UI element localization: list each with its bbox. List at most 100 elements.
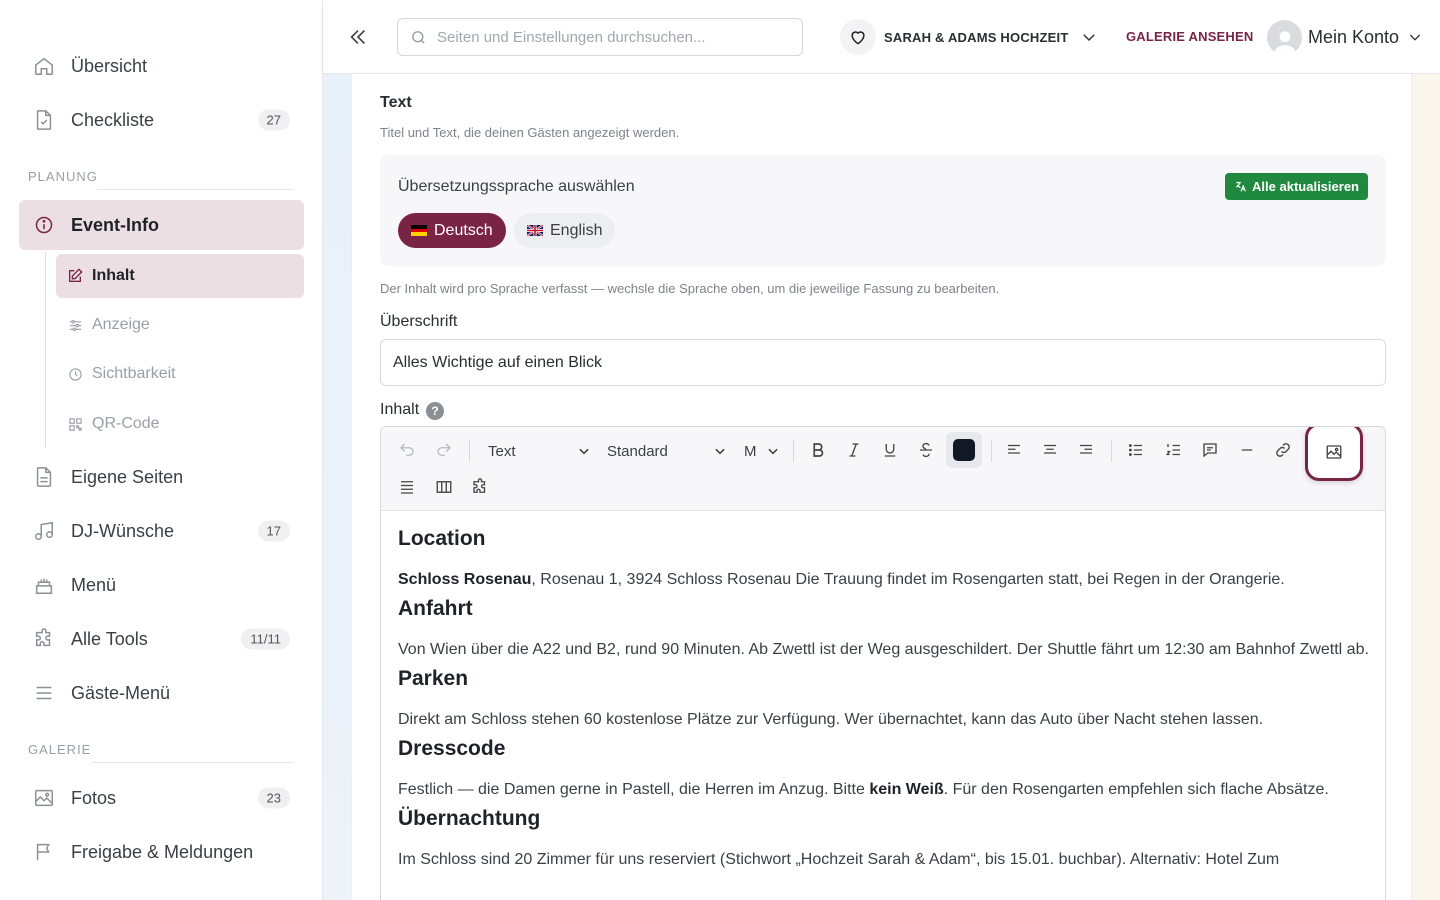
sidebar-item-menu[interactable]: Menü xyxy=(19,560,304,610)
update-all-button[interactable]: Alle aktualisieren xyxy=(1225,173,1368,200)
sidebar-item-all-tools[interactable]: Alle Tools 11/11 xyxy=(19,614,304,664)
comment-button[interactable] xyxy=(1196,436,1224,464)
music-icon xyxy=(33,520,55,542)
language-panel: Übersetzungssprache auswählen Alle aktua… xyxy=(380,155,1386,266)
font-size-value: M xyxy=(744,442,757,460)
columns-button[interactable] xyxy=(430,473,458,501)
link-button[interactable] xyxy=(1269,436,1297,464)
view-gallery-link[interactable]: GALERIE ANSEHEN xyxy=(1126,29,1253,44)
content-heading: Anfahrt xyxy=(398,597,473,620)
content-heading: Übernachtung xyxy=(398,807,541,830)
sidebar-item-label: Event-Info xyxy=(71,214,159,235)
avatar xyxy=(1267,19,1302,55)
sidebar-item-checklist[interactable]: Checkliste 27 xyxy=(19,95,304,145)
content-heading: Dresscode xyxy=(398,737,506,760)
strikethrough-button[interactable] xyxy=(912,436,940,464)
paragraph-spacing-icon xyxy=(401,481,413,494)
align-left-button[interactable] xyxy=(1000,436,1028,464)
sidebar-subitem-display[interactable]: Anzeige xyxy=(56,303,304,347)
text-color-button[interactable] xyxy=(946,432,982,468)
content-paragraph: Schloss Rosenau, Rosenau 1, 3924 Schloss… xyxy=(398,571,1285,588)
background-panel-left xyxy=(323,74,351,900)
editor-content[interactable]: Location Schloss Rosenau, Rosenau 1, 3924… xyxy=(398,524,1373,874)
content-paragraph: Von Wien über die A22 und B2, rund 90 Mi… xyxy=(398,641,1369,658)
font-family-select[interactable]: Standard xyxy=(607,437,727,465)
section-divider xyxy=(92,762,294,763)
toolbar-divider xyxy=(1111,440,1112,462)
sidebar-subitem-qr-code[interactable]: QR-Code xyxy=(56,402,304,446)
image-icon xyxy=(33,787,55,809)
sidebar-subitem-label: Inhalt xyxy=(92,267,135,284)
puzzle-icon xyxy=(473,478,486,493)
align-center-button[interactable] xyxy=(1036,436,1064,464)
horizontal-rule-button[interactable] xyxy=(1233,436,1261,464)
user-icon xyxy=(1273,30,1296,55)
underline-button[interactable] xyxy=(876,436,904,464)
sidebar-item-label: Übersicht xyxy=(71,55,148,76)
event-name: SARAH & ADAMS HOCHZEIT xyxy=(884,29,1069,45)
cake-icon xyxy=(33,574,55,596)
sidebar-item-overview[interactable]: Übersicht xyxy=(19,41,304,91)
italic-icon xyxy=(849,443,859,457)
numbered-list-icon xyxy=(1165,444,1180,456)
editor-toolbar: Text Standard M xyxy=(381,427,1385,511)
search-box[interactable] xyxy=(397,18,803,56)
chevron-down-icon xyxy=(1407,29,1423,45)
align-right-button[interactable] xyxy=(1072,436,1100,464)
event-selector[interactable]: SARAH & ADAMS HOCHZEIT xyxy=(840,18,1098,56)
help-icon[interactable]: ? xyxy=(426,402,444,420)
headline-label: Überschrift xyxy=(380,313,458,330)
background-panel-right xyxy=(1412,74,1440,900)
topbar: SARAH & ADAMS HOCHZEIT GALERIE ANSEHEN M… xyxy=(323,0,1440,74)
sidebar-subitem-content[interactable]: Inhalt xyxy=(56,254,304,298)
sidebar-item-approval-reports[interactable]: Freigabe & Meldungen xyxy=(19,827,304,877)
search-input[interactable] xyxy=(437,28,777,46)
align-left-icon xyxy=(1008,444,1020,454)
language-pill-english[interactable]: English xyxy=(514,213,616,248)
bold-button[interactable] xyxy=(804,436,832,464)
content-card: Text Titel und Text, die deinen Gästen a… xyxy=(351,74,1412,900)
rich-text-editor[interactable]: Text Standard M Location Schloss Rosenau… xyxy=(380,426,1386,900)
sidebar-item-event-info[interactable]: Event-Info xyxy=(19,200,304,250)
sidebar-item-custom-pages[interactable]: Eigene Seiten xyxy=(19,452,304,502)
search-icon xyxy=(410,29,427,46)
content-paragraph: Direkt am Schloss stehen 60 kostenlose P… xyxy=(398,711,1264,728)
section-subtitle: Titel und Text, die deinen Gästen angeze… xyxy=(380,125,680,140)
sidebar: Übersicht Checkliste 27 PLANUNG Event-In… xyxy=(0,0,323,900)
sidebar-item-dj-requests[interactable]: DJ-Wünsche 17 xyxy=(19,506,304,556)
undo-icon xyxy=(400,443,414,456)
numbered-list-button[interactable] xyxy=(1160,436,1188,464)
sidebar-item-guest-menu[interactable]: Gäste-Menü xyxy=(19,668,304,718)
clock-icon xyxy=(67,366,83,382)
italic-button[interactable] xyxy=(840,436,868,464)
sidebar-item-photos[interactable]: Fotos 23 xyxy=(19,773,304,823)
language-pill-deutsch[interactable]: Deutsch xyxy=(398,213,506,248)
plugin-button[interactable] xyxy=(466,473,494,501)
home-icon xyxy=(33,55,55,77)
submenu-rail xyxy=(45,252,46,447)
text-color-swatch xyxy=(953,439,975,461)
line-height-button[interactable] xyxy=(393,473,421,501)
collapse-sidebar-button[interactable] xyxy=(344,22,372,52)
toolbar-divider xyxy=(469,440,470,462)
link-icon xyxy=(1276,443,1290,457)
block-type-select[interactable]: Text xyxy=(488,437,591,465)
language-hint: Der Inhalt wird pro Sprache verfasst — w… xyxy=(380,281,1000,296)
undo-button[interactable] xyxy=(393,436,421,464)
update-all-label: Alle aktualisieren xyxy=(1252,179,1359,194)
content-paragraph: Im Schloss sind 20 Zimmer für uns reserv… xyxy=(398,851,1280,868)
align-center-icon xyxy=(1044,444,1056,454)
sidebar-item-label: Menü xyxy=(71,574,117,595)
translate-icon xyxy=(1234,180,1247,193)
content-paragraph: Festlich — die Damen gerne in Pastell, d… xyxy=(398,781,1329,798)
font-size-select[interactable]: M xyxy=(744,437,780,465)
headline-input[interactable] xyxy=(380,339,1386,386)
sidebar-item-label: Gäste-Menü xyxy=(71,682,171,703)
sidebar-subitem-visibility[interactable]: Sichtbarkeit xyxy=(56,352,304,396)
account-menu[interactable]: Mein Konto xyxy=(1267,18,1423,56)
image-icon xyxy=(1326,445,1342,459)
insert-image-button[interactable] xyxy=(1305,427,1363,481)
redo-button[interactable] xyxy=(430,436,458,464)
comment-icon xyxy=(1203,443,1217,458)
bullet-list-button[interactable] xyxy=(1122,436,1150,464)
